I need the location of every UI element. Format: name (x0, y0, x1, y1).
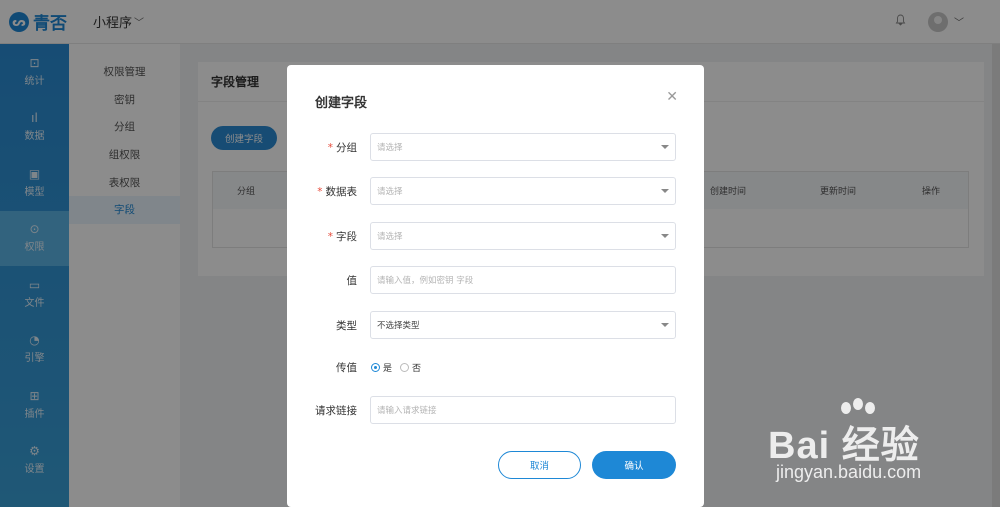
group-label: 分组 (336, 141, 357, 154)
table-select[interactable]: 请选择 (370, 177, 676, 205)
radio-unchecked-icon (400, 362, 410, 372)
pass-value-radio-group: 是 否 (371, 361, 421, 374)
table-label: 数据表 (325, 185, 358, 198)
close-icon[interactable]: ✕ (666, 89, 678, 105)
required-mark: * (327, 230, 333, 243)
required-mark: * (327, 141, 333, 154)
caret-down-icon (661, 189, 669, 193)
radio-no[interactable]: 否 (400, 361, 421, 374)
form-row-pass-value: 传值 是 否 (287, 353, 704, 381)
form-row-field: * 字段 请选择 (287, 222, 704, 250)
required-mark: * (317, 185, 323, 198)
value-input-placeholder: 请输入值，例如密钥 字段 (377, 276, 474, 286)
form-row-request-link: 请求链接 请输入请求链接 (287, 396, 704, 424)
confirm-button[interactable]: 确认 (592, 451, 676, 479)
caret-down-icon (661, 323, 669, 327)
request-link-placeholder: 请输入请求链接 (377, 406, 437, 416)
type-label: 类型 (336, 319, 357, 332)
group-select[interactable]: 请选择 (370, 133, 676, 161)
request-link-label: 请求链接 (315, 404, 357, 417)
type-select[interactable]: 不选择类型 (370, 311, 676, 339)
field-select[interactable]: 请选择 (370, 222, 676, 250)
pass-value-label: 传值 (336, 361, 357, 374)
form-row-table: * 数据表 请选择 (287, 177, 704, 205)
value-label: 值 (346, 274, 358, 287)
form-row-group: * 分组 请选择 (287, 133, 704, 161)
radio-checked-icon (371, 362, 380, 372)
table-select-placeholder: 请选择 (377, 187, 403, 197)
create-field-dialog: 创建字段 ✕ * 分组 请选择 * 数据表 请选择 * 字段 请选择 值 请输入值，例… (287, 65, 704, 507)
value-input[interactable]: 请输入值，例如密钥 字段 (370, 266, 676, 294)
form-row-value: 值 请输入值，例如密钥 字段 (287, 266, 704, 294)
form-row-type: 类型 不选择类型 (287, 311, 704, 339)
caret-down-icon (661, 145, 669, 149)
group-select-placeholder: 请选择 (377, 143, 403, 153)
field-select-placeholder: 请选择 (377, 232, 403, 242)
request-link-input[interactable]: 请输入请求链接 (370, 396, 676, 424)
radio-yes[interactable]: 是 (371, 361, 392, 374)
watermark-url: jingyan.baidu.com (776, 462, 922, 482)
caret-down-icon (661, 234, 669, 238)
field-label: 字段 (336, 230, 357, 243)
watermark-brand: Bai 经验 (768, 425, 920, 467)
baidu-jingyan-watermark: Bai 经验 jingyan.baidu.com (768, 398, 983, 493)
type-select-value: 不选择类型 (377, 321, 420, 331)
dialog-title: 创建字段 (315, 96, 368, 111)
cancel-button[interactable]: 取消 (498, 451, 581, 479)
